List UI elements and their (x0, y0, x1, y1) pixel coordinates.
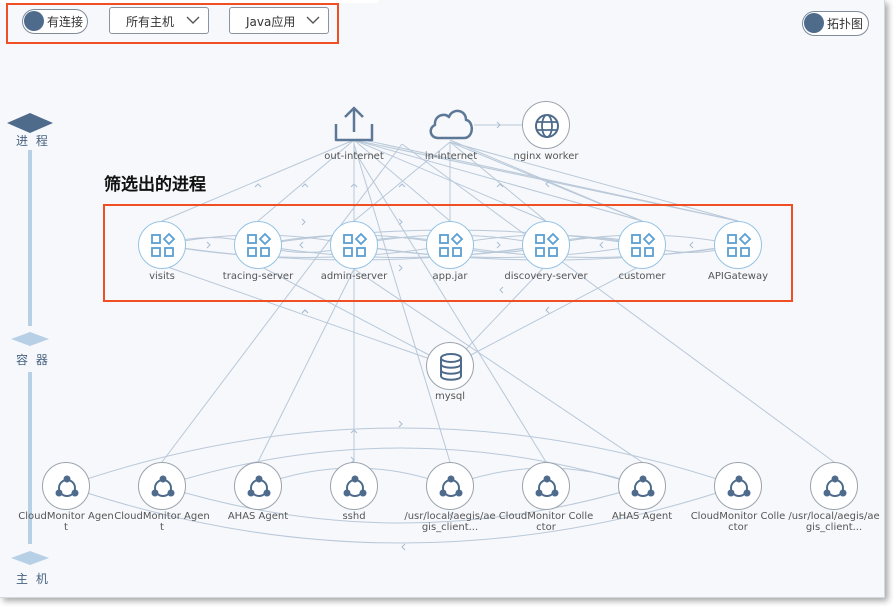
node-label-in-internet: in-internet (424, 151, 478, 162)
app-select-value: Java应用 (246, 15, 296, 29)
node-label-host: CloudMonitor Agent (114, 511, 210, 533)
edge-arrow (301, 183, 309, 188)
node-host-3[interactable] (330, 462, 378, 510)
node-host-8[interactable] (810, 462, 858, 510)
share-nodes-icon (151, 475, 175, 497)
share-nodes-icon (535, 475, 559, 497)
node-label-mysql: mysql (435, 391, 465, 402)
upload-cloud-icon[interactable] (332, 104, 376, 144)
node-label-host: CloudMonitor Agent (18, 511, 114, 533)
node-process-1[interactable] (234, 221, 282, 269)
node-process-2[interactable] (330, 221, 378, 269)
node-label-host: AHAS Agent (611, 511, 673, 522)
share-nodes-icon (631, 475, 655, 497)
chevron-down-icon (186, 16, 200, 24)
node-mysql[interactable] (426, 342, 474, 390)
app-select[interactable]: Java应用 (229, 7, 329, 34)
node-host-5[interactable] (522, 462, 570, 510)
cloud-icon[interactable] (426, 104, 476, 142)
node-host-4[interactable] (426, 462, 474, 510)
app-grid-icon (439, 232, 464, 257)
node-process-6[interactable] (714, 221, 762, 269)
edge-arrow (401, 543, 406, 551)
layer-label-host[interactable]: 主 机 (16, 570, 50, 587)
node-label-process: APIGateway (708, 271, 768, 282)
node-label-host: /usr/local/aegis/aegis_client... (788, 511, 880, 533)
node-label-process: visits (149, 271, 175, 282)
edge-39 (353, 143, 451, 463)
node-label-out-internet: out-internet (324, 151, 384, 162)
node-label-process: app.jar (432, 271, 468, 282)
node-process-0[interactable] (138, 221, 186, 269)
share-nodes-icon (247, 475, 271, 497)
app-grid-icon (727, 232, 752, 257)
topology-toggle[interactable]: 拓扑图 (802, 11, 869, 36)
node-host-0[interactable] (42, 462, 90, 510)
host-select[interactable]: 所有主机 (109, 7, 209, 34)
node-process-3[interactable] (426, 221, 474, 269)
node-process-5[interactable] (618, 221, 666, 269)
layer-label-container[interactable]: 容 器 (16, 351, 50, 368)
node-nginx-worker[interactable] (522, 101, 570, 149)
share-nodes-icon (343, 475, 367, 497)
edge-arrow (254, 183, 262, 188)
node-label-process: discovery-server (504, 271, 588, 282)
edge-42 (401, 143, 835, 463)
share-nodes-icon (55, 475, 79, 497)
node-label-process: customer (618, 271, 666, 282)
share-nodes-icon (439, 475, 463, 497)
globe-icon (535, 114, 559, 138)
node-label-host: CloudMonitor Collector (498, 511, 594, 533)
node-label-host: CloudMonitor Collector (690, 511, 786, 533)
layer-label-process[interactable]: 进 程 (16, 132, 50, 149)
app-grid-icon (151, 232, 176, 257)
node-label-nginx-worker: nginx worker (513, 151, 579, 162)
node-label-host: AHAS Agent (227, 511, 289, 522)
host-select-value: 所有主机 (126, 15, 175, 29)
chevron-down-icon (306, 16, 320, 24)
annotation-filtered-processes: 筛选出的进程 (104, 175, 206, 195)
node-label-process: tracing-server (222, 271, 294, 282)
node-host-2[interactable] (234, 462, 282, 510)
app-grid-icon (535, 232, 560, 257)
topology-toggle-label: 拓扑图 (827, 17, 864, 31)
database-icon (440, 353, 462, 381)
node-host-7[interactable] (714, 462, 762, 510)
app-grid-icon (343, 232, 368, 257)
node-label-host: /usr/local/aegis/aegis_client... (404, 511, 496, 533)
edge-arrow (398, 420, 403, 428)
node-host-6[interactable] (618, 462, 666, 510)
edge-arrow (301, 309, 309, 314)
app-grid-icon (631, 232, 656, 257)
edge-arrow (398, 183, 406, 188)
toggle-knob (804, 13, 824, 33)
node-process-4[interactable] (522, 221, 570, 269)
node-label-host: sshd (342, 511, 366, 522)
node-host-1[interactable] (138, 462, 186, 510)
share-nodes-icon (823, 475, 847, 497)
share-nodes-icon (727, 475, 751, 497)
node-label-process: admin-server (320, 271, 388, 282)
app-grid-icon (247, 232, 272, 257)
edge-arrow (545, 306, 550, 314)
